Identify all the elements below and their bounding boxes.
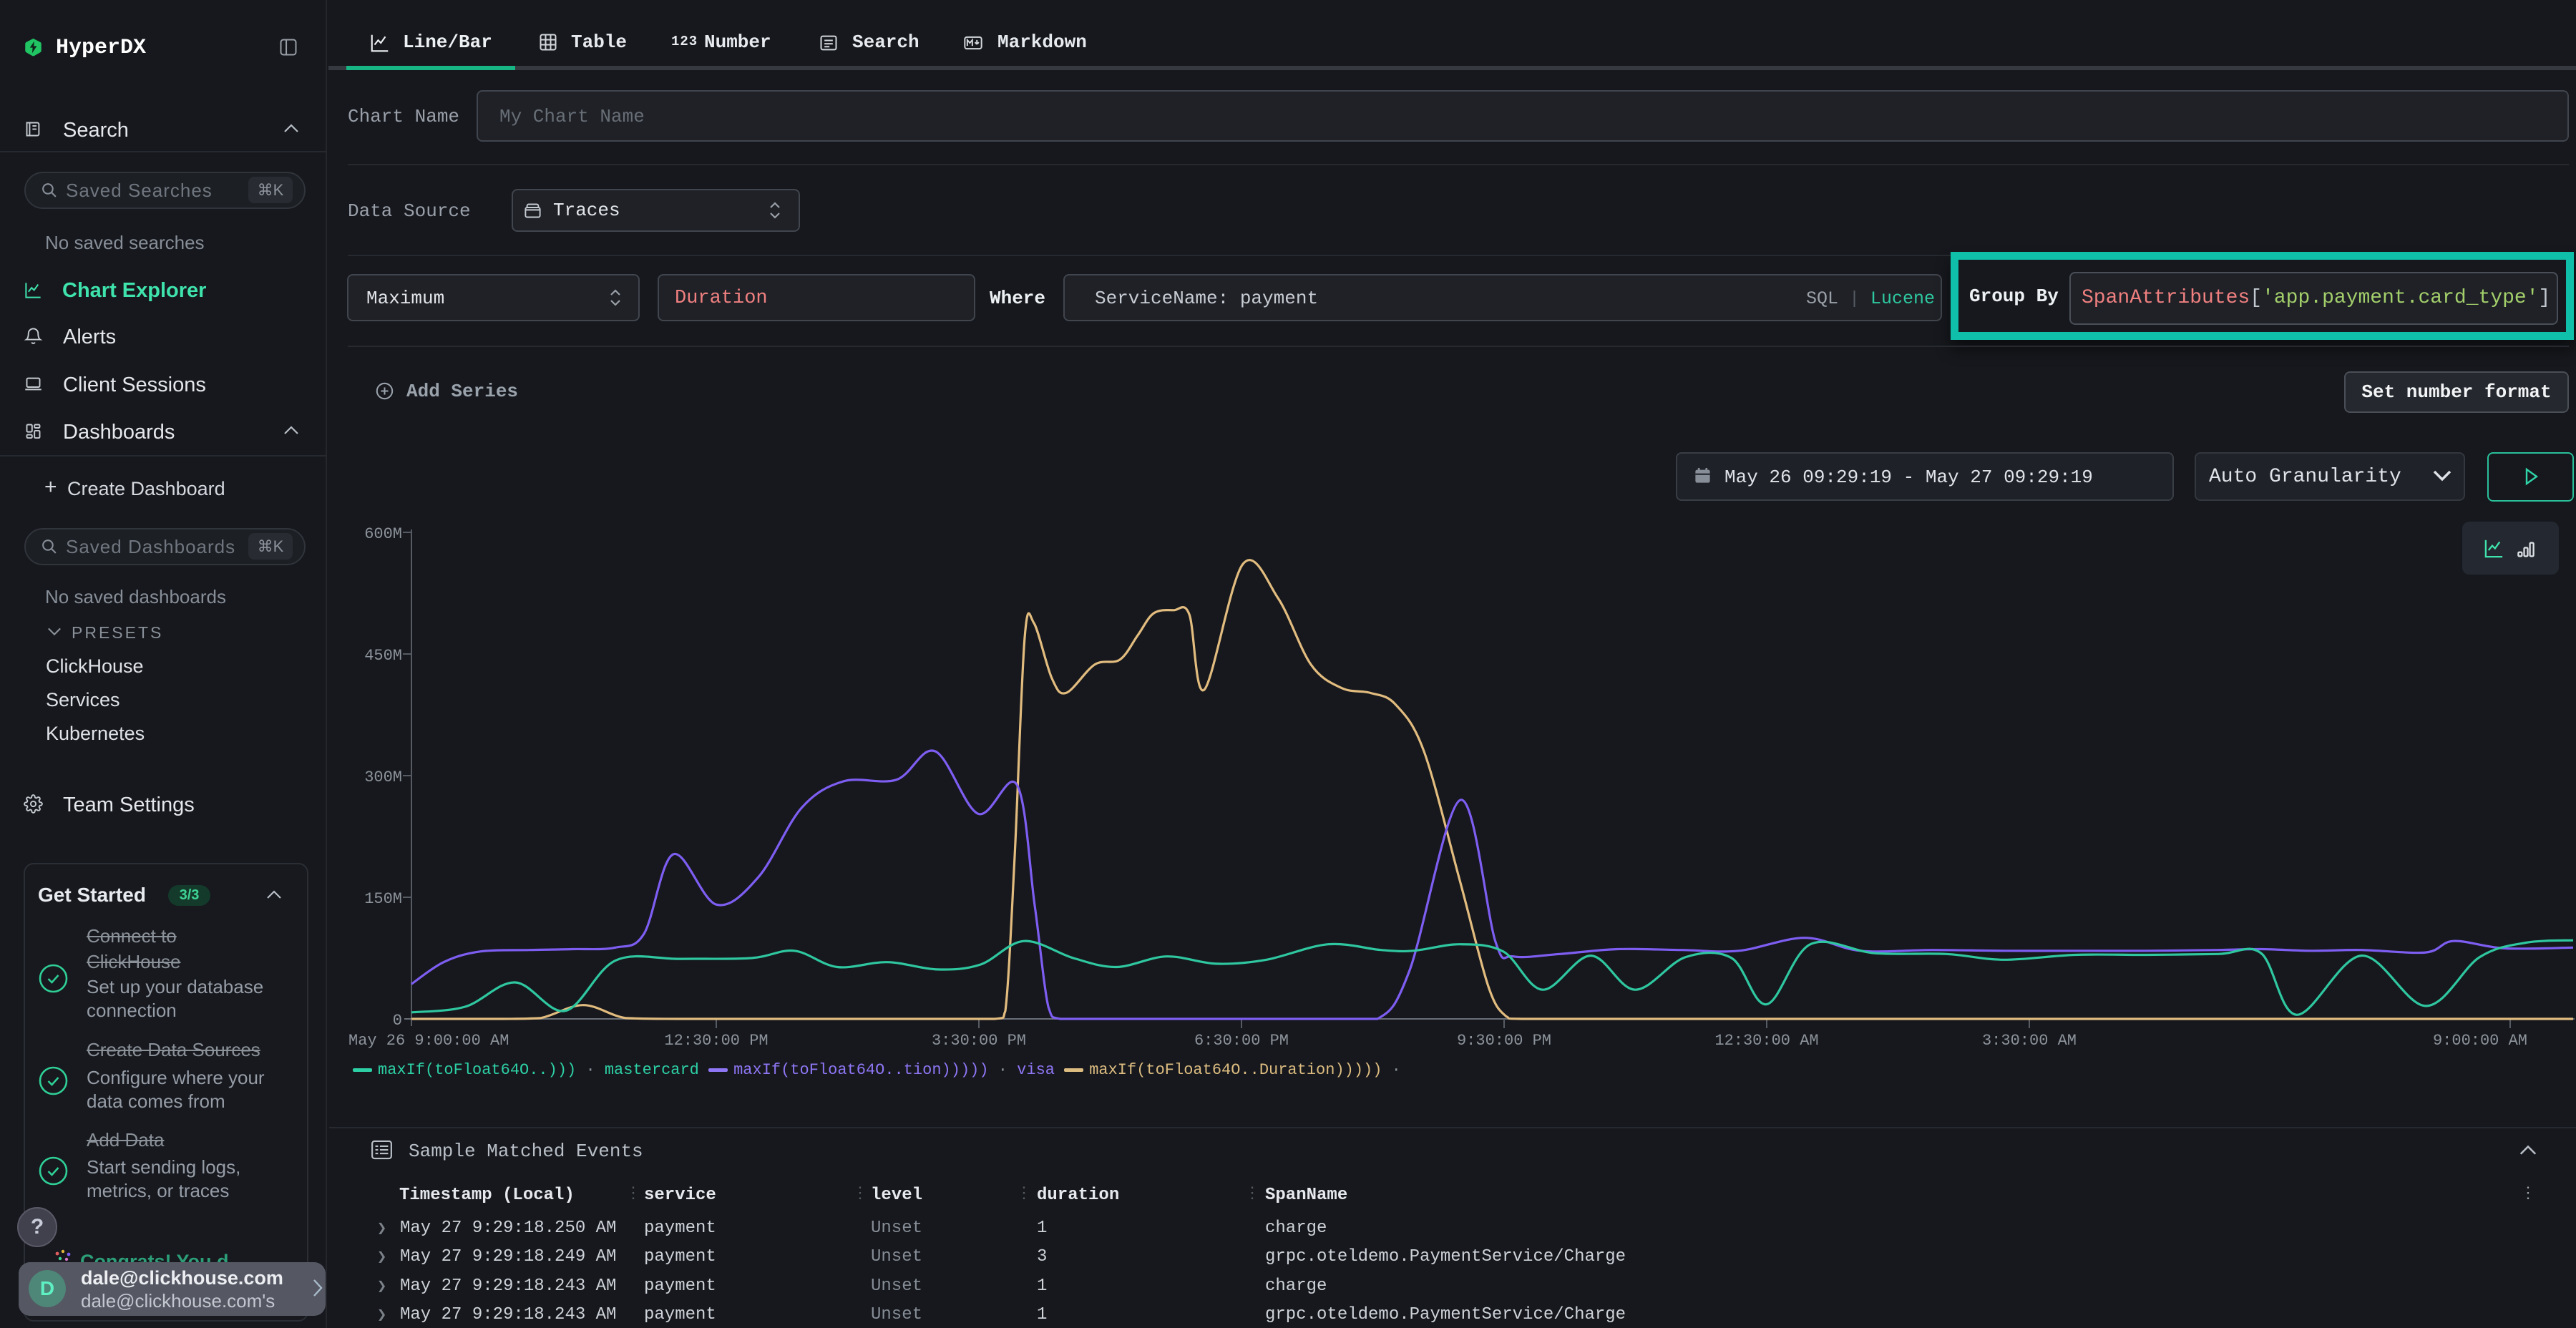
svg-text:12:30:00 AM: 12:30:00 AM xyxy=(1714,1032,1818,1050)
svg-text:150M: 150M xyxy=(364,890,402,908)
svg-text:3:30:00 AM: 3:30:00 AM xyxy=(1982,1032,2077,1050)
svg-text:12:30:00 PM: 12:30:00 PM xyxy=(664,1032,768,1050)
svg-text:0: 0 xyxy=(393,1012,402,1030)
svg-text:9:30:00 PM: 9:30:00 PM xyxy=(1457,1032,1551,1050)
svg-text:300M: 300M xyxy=(364,768,402,786)
svg-text:600M: 600M xyxy=(364,525,402,543)
svg-text:450M: 450M xyxy=(364,647,402,665)
svg-text:6:30:00 PM: 6:30:00 PM xyxy=(1194,1032,1289,1050)
svg-text:May 26 9:00:00 AM: May 26 9:00:00 AM xyxy=(348,1032,509,1050)
svg-text:3:30:00 PM: 3:30:00 PM xyxy=(932,1032,1026,1050)
svg-text:9:00:00 AM: 9:00:00 AM xyxy=(2433,1032,2527,1050)
